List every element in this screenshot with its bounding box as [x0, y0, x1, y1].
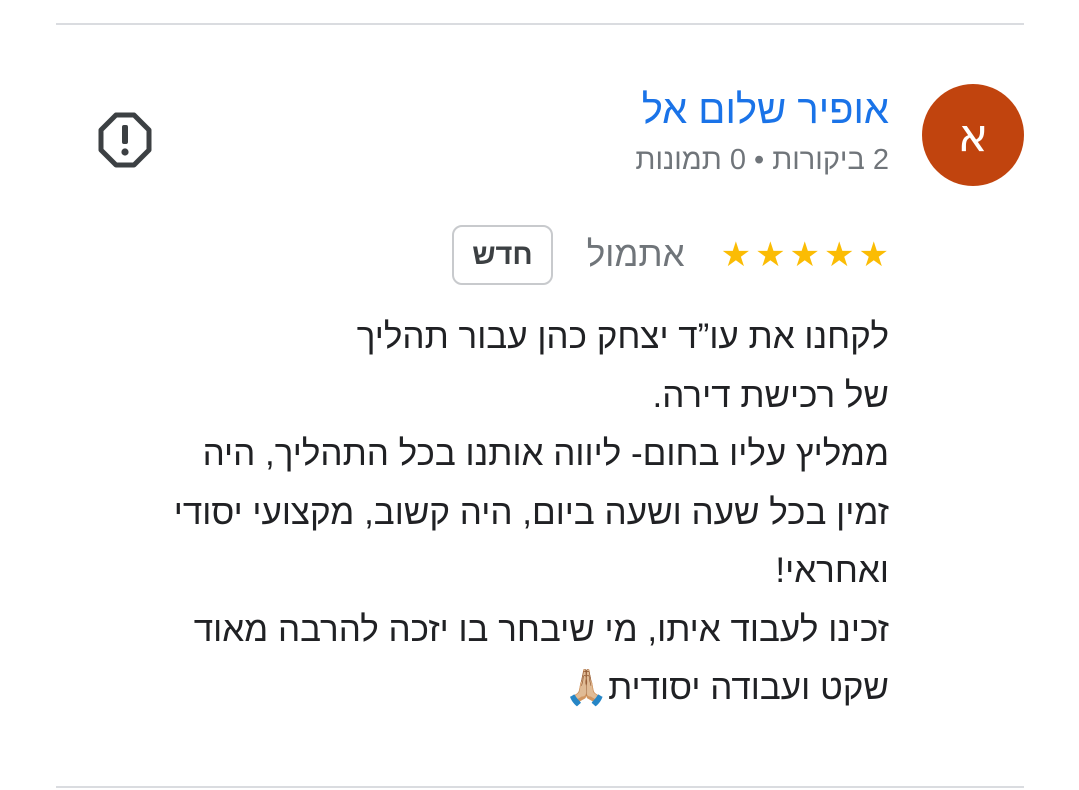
report-flag-icon[interactable] [97, 112, 153, 168]
reviewer-meta: 2 ביקורות • 0 תמונות [635, 144, 889, 176]
star-icon: ★ [858, 235, 889, 275]
review-text: לקחנו את עו”ד יצחק כהן עבור תהליך של רכיש… [69, 308, 889, 718]
star-icon: ★ [789, 235, 821, 275]
review-date: אתמול [586, 235, 685, 274]
review-text-line: ואחראי! [775, 551, 889, 590]
review-text-line: שקט ועבודה יסודית🙏🏼 [564, 668, 889, 707]
star-icon: ★ [824, 235, 855, 275]
rating-row: ★ ★ ★ ★ ★ אתמול חדש [452, 222, 889, 288]
review-text-line: ממליץ עליו בחום- ליווה אותנו בכל התהליך,… [202, 434, 889, 473]
star-rating: ★ ★ ★ ★ ★ [721, 238, 889, 272]
bottom-divider [56, 786, 1024, 788]
review-text-line: זכינו לעבוד איתו, מי שיבחר בו יזכה להרבה… [193, 609, 889, 649]
star-icon: ★ [720, 235, 752, 275]
reviewer-name[interactable]: אופיר שלום אל [642, 84, 889, 136]
avatar-initial: א [957, 108, 989, 162]
new-badge: חדש [452, 225, 553, 285]
review-text-line: לקחנו את עו”ד יצחק כהן עבור תהליך [356, 317, 889, 356]
top-divider [56, 23, 1024, 25]
avatar[interactable]: א [922, 84, 1024, 186]
star-icon: ★ [755, 235, 786, 275]
review-text-line: זמין בכל שעה ושעה ביום, היה קשוב, מקצועי… [173, 492, 889, 532]
review-text-line: של רכישת דירה. [652, 375, 889, 415]
